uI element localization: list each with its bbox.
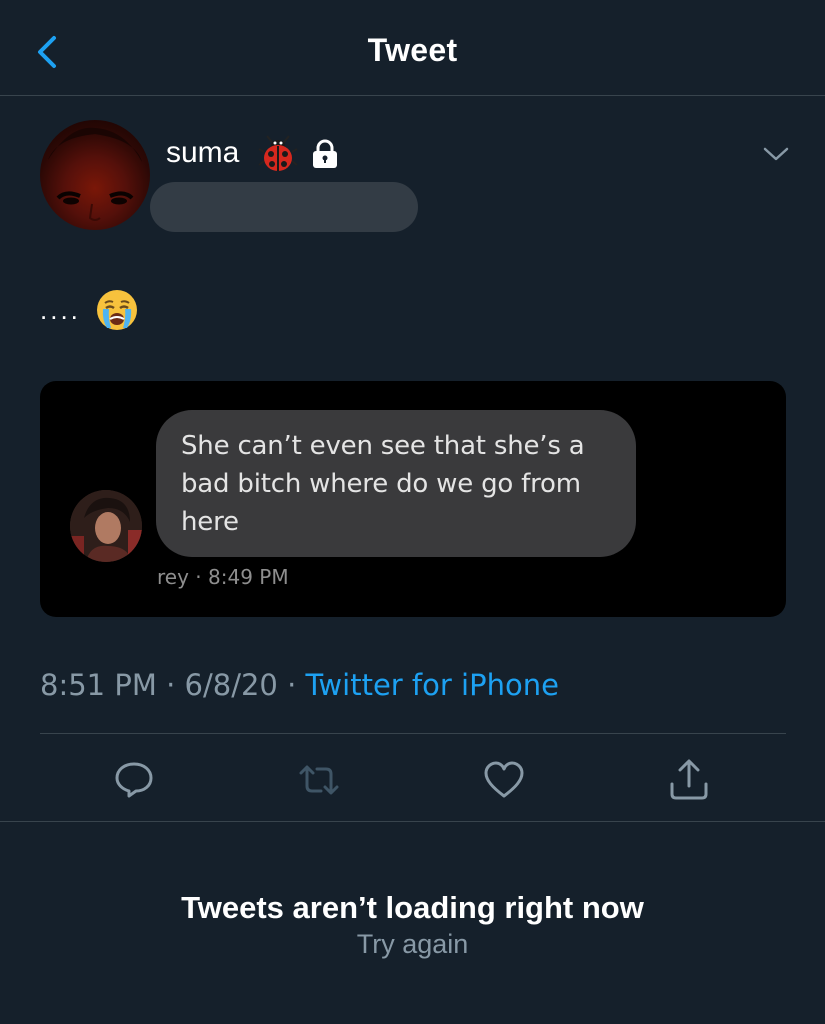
error-message: Tweets aren’t loading right now xyxy=(181,890,644,925)
message-bubble: She can’t even see that she’s a bad bitc… xyxy=(156,410,636,557)
retweet-icon[interactable] xyxy=(297,758,341,802)
separator: · xyxy=(156,668,185,702)
message-sender: rey xyxy=(157,565,189,589)
tweet-time: 8:51 PM xyxy=(40,668,157,702)
lock-icon xyxy=(313,139,337,168)
dm-avatar xyxy=(70,490,142,562)
redacted-handle xyxy=(150,182,418,232)
divider xyxy=(40,733,786,734)
crying-face-icon xyxy=(96,290,137,330)
dm-avatar-image xyxy=(70,490,142,562)
divider xyxy=(0,821,825,822)
ladybug-icon xyxy=(258,135,298,171)
display-name[interactable]: suma xyxy=(166,136,239,170)
message-text: She can’t even see that she’s a bad bitc… xyxy=(181,431,585,537)
media-image[interactable]: She can’t even see that she’s a bad bitc… xyxy=(40,381,786,617)
page-title: Tweet xyxy=(367,32,458,68)
tweet-body: .... xyxy=(40,294,81,325)
tweet-date: 6/8/20 xyxy=(184,668,278,702)
chevron-down-icon[interactable] xyxy=(762,140,790,168)
source-link[interactable]: Twitter for iPhone xyxy=(306,668,559,702)
message-time: 8:49 PM xyxy=(208,565,289,589)
avatar-image xyxy=(48,127,142,221)
tweet-text: .... xyxy=(40,288,139,332)
reply-icon[interactable] xyxy=(112,758,156,802)
separator: · xyxy=(277,668,306,702)
like-icon[interactable] xyxy=(482,758,526,802)
tweet-timestamp: 8:51 PM · 6/8/20 · Twitter for iPhone xyxy=(40,668,559,702)
meta-dot: · xyxy=(195,565,209,589)
avatar[interactable] xyxy=(40,120,150,230)
message-meta: rey · 8:49 PM xyxy=(157,565,289,589)
try-again-button[interactable]: Try again xyxy=(0,929,825,960)
header-bar: Tweet xyxy=(0,0,825,96)
share-icon[interactable] xyxy=(667,758,711,802)
